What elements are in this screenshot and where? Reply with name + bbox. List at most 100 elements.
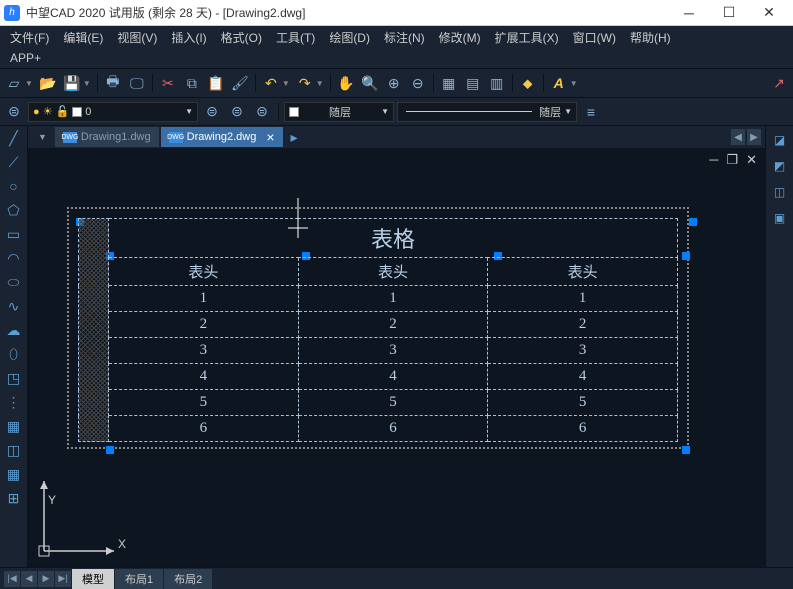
dropdown-arrow[interactable]: ▼ [282,79,290,88]
table-icon[interactable]: ▦ [4,464,24,484]
doc-tab-1[interactable]: DWG Drawing1.dwg [55,127,159,147]
cut-icon[interactable]: ✂ [157,72,179,94]
layout-tab-2[interactable]: 布局2 [164,569,212,589]
mdi-minimize-icon[interactable]: ─ [709,152,718,168]
table-cell: 3 [298,338,488,364]
grip-handle[interactable] [682,446,690,454]
layer-iso-icon[interactable]: ⊜ [251,101,273,123]
zoom-window-icon[interactable]: ⊕ [383,72,405,94]
menu-draw[interactable]: 绘图(D) [323,27,376,48]
menu-modify[interactable]: 修改(M) [433,27,487,48]
palette2-icon[interactable]: ◩ [770,156,790,176]
layout-last-icon[interactable]: ▶| [55,571,71,587]
drawing-canvas[interactable]: ─ ❐ ✕ 表格 [28,148,765,567]
circle-icon[interactable]: ○ [4,176,24,196]
layer-state-icon[interactable]: ⊜ [226,101,248,123]
dropdown-arrow[interactable]: ▼ [316,79,324,88]
menu-insert[interactable]: 插入(I) [165,27,212,48]
layout-prev-icon[interactable]: ◀ [21,571,37,587]
layer-manager-icon[interactable]: ⊜ [3,101,25,123]
layout-first-icon[interactable]: |◀ [4,571,20,587]
dropdown-arrow[interactable]: ▼ [83,79,91,88]
calc-icon[interactable]: ⬥ [517,72,539,94]
open-icon[interactable]: 📂 [37,72,59,94]
layout-tab-1[interactable]: 布局1 [115,569,163,589]
undo-icon[interactable]: ↶ [260,72,282,94]
revcloud-icon[interactable]: ☁ [4,320,24,340]
save-icon[interactable]: 💾 [61,72,83,94]
dropdown-arrow[interactable]: ▼ [570,79,578,88]
layer-combo[interactable]: ● ☀ 🔓 0 ▼ [28,102,198,122]
menu-help[interactable]: 帮助(H) [624,27,677,48]
copy-icon[interactable]: ⧉ [181,72,203,94]
hatch-icon[interactable]: ▦ [4,416,24,436]
grip-handle[interactable] [689,218,697,226]
polyline-icon[interactable]: ⟋ [4,152,24,172]
point-icon[interactable]: ⋮ [4,392,24,412]
block-icon[interactable]: ◳ [4,368,24,388]
tab-menu-icon[interactable]: ▼ [38,132,47,142]
rectangle-icon[interactable]: ▭ [4,224,24,244]
new-tab-icon[interactable]: ▸ [291,129,298,146]
doc-tab-2[interactable]: DWG Drawing2.dwg × [161,127,283,147]
close-doc-icon[interactable]: ↗ [768,72,790,94]
menu-format[interactable]: 格式(O) [215,27,268,48]
new-icon[interactable]: ▱ [3,72,25,94]
lock-icon: 🔓 [56,105,70,118]
tool-palette-icon[interactable]: ▥ [486,72,508,94]
menu-file[interactable]: 文件(F) [4,27,55,48]
zoom-prev-icon[interactable]: ⊖ [407,72,429,94]
mdi-close-icon[interactable]: ✕ [746,152,757,168]
layer-prev-icon[interactable]: ⊜ [201,101,223,123]
maximize-button[interactable]: ☐ [709,2,749,24]
arc-icon[interactable]: ◠ [4,248,24,268]
minimize-button[interactable]: ─ [669,2,709,24]
line-icon[interactable]: ╱ [4,128,24,148]
grid-icon[interactable]: ⊞ [4,488,24,508]
grip-handle[interactable] [106,446,114,454]
text-style-icon[interactable]: A [548,72,570,94]
menu-window[interactable]: 窗口(W) [567,27,622,48]
preview-icon[interactable]: 🖵 [126,72,148,94]
table-cell: 4 [488,364,678,390]
print-icon[interactable]: 🖶 [102,72,124,94]
table-row: 555 [79,390,678,416]
redo-icon[interactable]: ↷ [294,72,316,94]
tab-nav-controls: ◀ ▶ [731,129,761,145]
zoom-realtime-icon[interactable]: 🔍 [359,72,381,94]
palette1-icon[interactable]: ◪ [770,130,790,150]
match-icon[interactable]: 🖌 [229,72,251,94]
crosshair-cursor [288,198,308,238]
linetype-combo[interactable]: 随层 ▼ [397,102,577,122]
spline-icon[interactable]: ∿ [4,296,24,316]
ellipse-icon[interactable]: ⬭ [4,272,24,292]
design-center-icon[interactable]: ▤ [462,72,484,94]
region-icon[interactable]: ◫ [4,440,24,460]
tab-next-icon[interactable]: ▶ [747,129,761,145]
menu-app-plus[interactable]: APP+ [4,49,47,67]
close-button[interactable]: ✕ [749,2,789,24]
pan-icon[interactable]: ✋ [335,72,357,94]
menu-tools[interactable]: 工具(T) [270,27,321,48]
ellipse2-icon[interactable]: ⬯ [4,344,24,364]
menu-dimension[interactable]: 标注(N) [378,27,431,48]
properties-icon[interactable]: ▦ [438,72,460,94]
palette3-icon[interactable]: ◫ [770,182,790,202]
dropdown-arrow[interactable]: ▼ [25,79,33,88]
paste-icon[interactable]: 📋 [205,72,227,94]
layout-next-icon[interactable]: ▶ [38,571,54,587]
menu-extend[interactable]: 扩展工具(X) [489,27,565,48]
polygon-icon[interactable]: ⬠ [4,200,24,220]
menu-edit[interactable]: 编辑(E) [57,27,109,48]
menu-view[interactable]: 视图(V) [111,27,163,48]
lineweight-icon[interactable]: ≡ [580,101,602,123]
grip-handle[interactable] [682,252,690,260]
palette4-icon[interactable]: ▣ [770,208,790,228]
close-tab-icon[interactable]: × [266,129,274,145]
color-combo[interactable]: 随层 ▼ [284,102,394,122]
mdi-restore-icon[interactable]: ❐ [726,152,738,168]
main-area: ╱ ⟋ ○ ⬠ ▭ ◠ ⬭ ∿ ☁ ⬯ ◳ ⋮ ▦ ◫ ▦ ⊞ ▼ DWG Dr… [0,126,793,567]
layout-tab-model[interactable]: 模型 [72,569,114,589]
cad-table-object[interactable]: 表格 表头 表头 表头 111 222 333 444 555 666 [78,218,678,442]
tab-prev-icon[interactable]: ◀ [731,129,745,145]
